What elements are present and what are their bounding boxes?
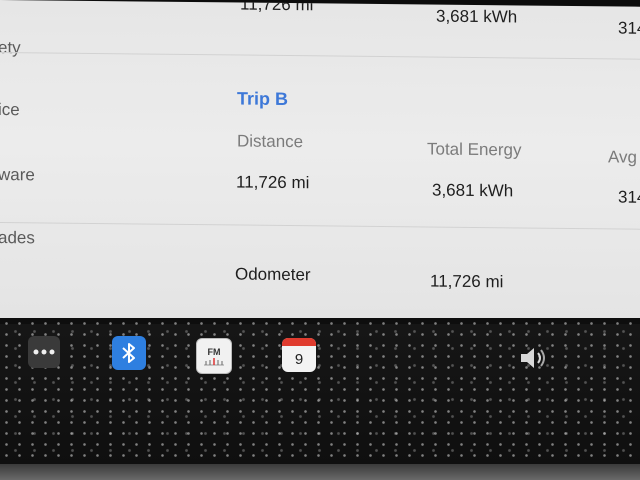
odometer-value: 11,726 mi xyxy=(430,271,504,292)
section-divider xyxy=(0,52,640,60)
trip-a-energy-value: 3,681 kWh xyxy=(436,6,518,27)
trip-b-title: Trip B xyxy=(237,88,289,110)
calendar-day: 9 xyxy=(294,350,304,368)
settings-screen: ety ice ware ades 11,726 mi 3,681 kWh 31… xyxy=(0,0,640,325)
trip-b-energy-value: 3,681 kWh xyxy=(432,180,514,201)
fm-radio-button[interactable]: FM xyxy=(196,338,232,374)
ellipsis-icon xyxy=(33,349,55,355)
sidebar-item-upgrades[interactable]: ades xyxy=(0,228,35,248)
bluetooth-button[interactable] xyxy=(112,336,146,370)
calendar-icon xyxy=(282,338,316,346)
radio-tuner-icon xyxy=(204,357,224,365)
calendar-button[interactable]: 9 xyxy=(282,338,316,372)
sidebar-item-software[interactable]: ware xyxy=(0,165,35,185)
trip-a-distance-value: 11,726 mi xyxy=(240,0,314,15)
bluetooth-icon xyxy=(122,343,135,363)
screen-bezel xyxy=(0,464,640,480)
volume-button[interactable] xyxy=(516,342,552,374)
sidebar-item-safety[interactable]: ety xyxy=(0,38,21,58)
trip-b-distance-value: 11,726 mi xyxy=(236,172,310,193)
more-apps-button[interactable] xyxy=(28,336,60,368)
trip-b-avg-value: 314 xyxy=(618,187,640,207)
water-droplets-overlay xyxy=(0,318,640,464)
trip-b-energy-header: Total Energy xyxy=(427,139,522,160)
odometer-label: Odometer xyxy=(235,264,311,285)
section-divider xyxy=(0,222,640,230)
trip-b-avg-header: Avg xyxy=(608,147,637,167)
trip-a-avg-value: 314 xyxy=(618,18,640,38)
sidebar-item-service[interactable]: ice xyxy=(0,100,20,120)
fm-label: FM xyxy=(207,346,221,357)
speaker-icon xyxy=(521,348,545,368)
trip-b-distance-header: Distance xyxy=(237,131,304,152)
